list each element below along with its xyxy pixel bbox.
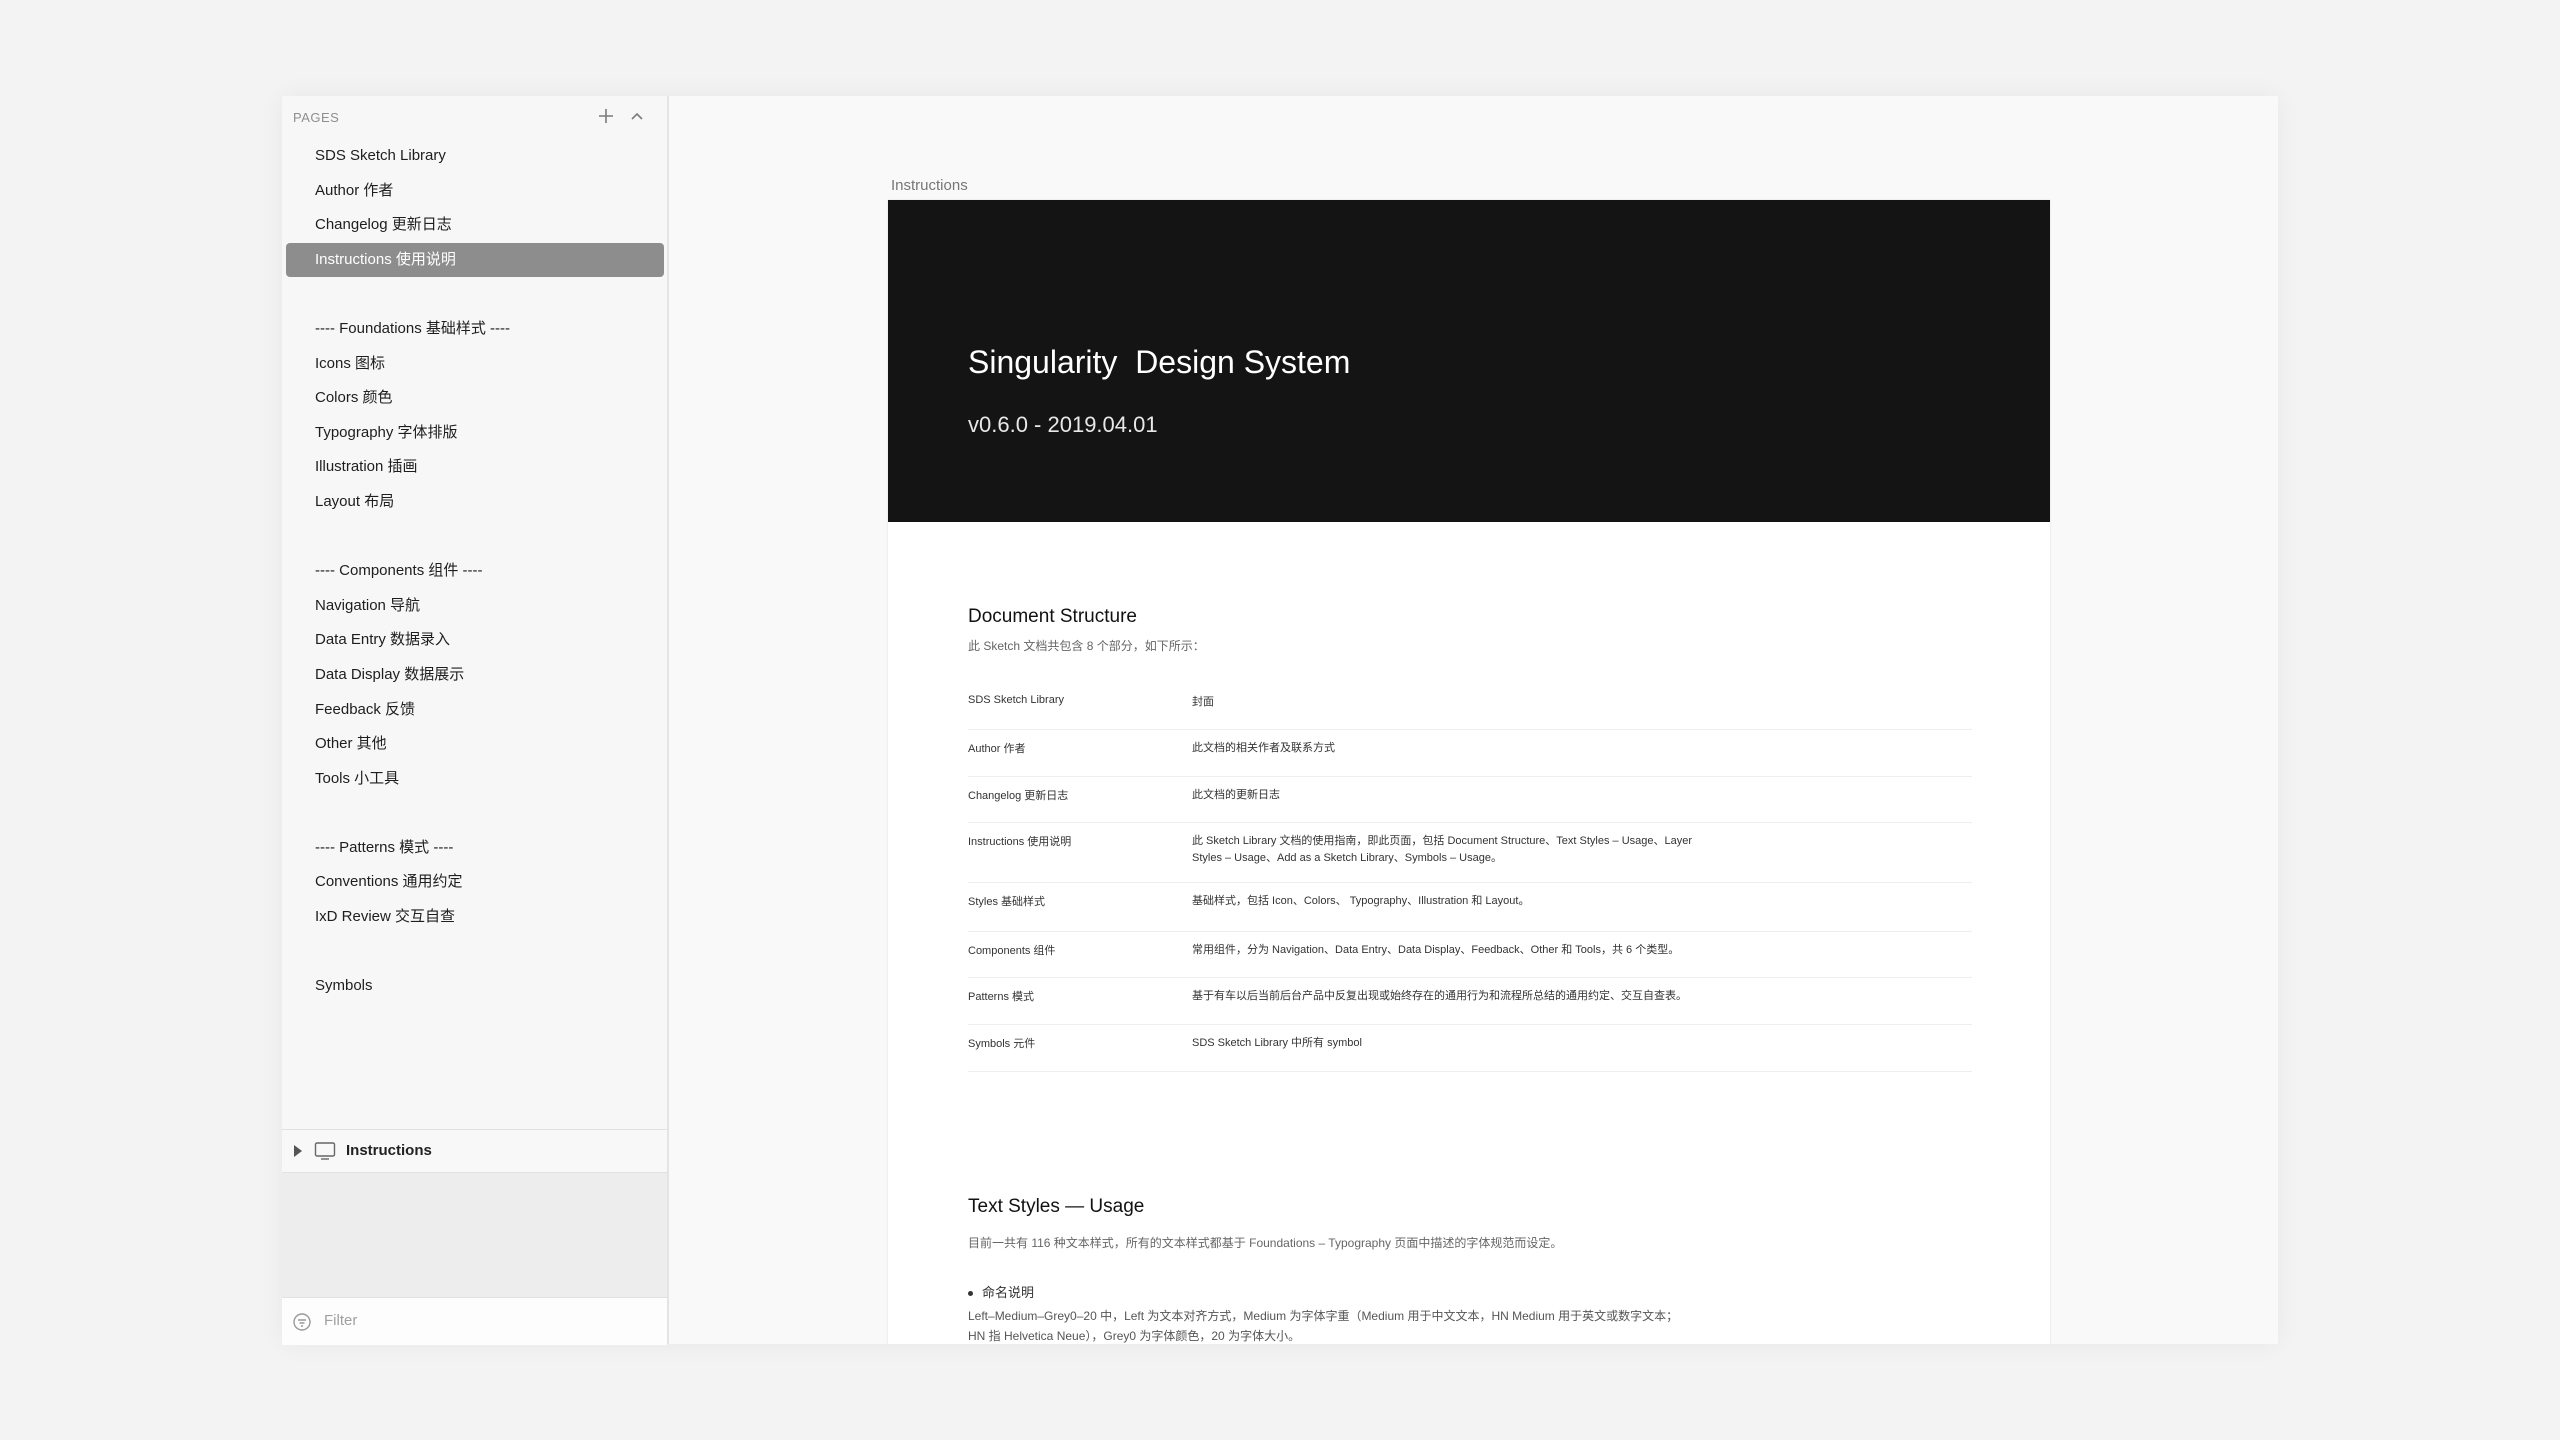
page-item[interactable]: Data Display 数据展示: [282, 658, 667, 693]
page-item[interactable]: Tools 小工具: [282, 762, 667, 797]
artboard-icon: [314, 1141, 336, 1161]
naming-paragraph: Left–Medium–Grey0–20 中，Left 为文本对齐方式，Medi…: [968, 1309, 1679, 1343]
structure-row-name: Instructions 使用说明: [968, 836, 1072, 848]
artboard-label[interactable]: Instructions: [891, 177, 968, 194]
layer-row-instructions[interactable]: Instructions: [282, 1129, 667, 1173]
page-list-spacer: [282, 520, 667, 555]
bullet-dot: [968, 1291, 973, 1297]
structure-row: Instructions 使用说明 此 Sketch Library 文档的使用指…: [968, 823, 1972, 883]
text-styles-description: 目前一共有 116 种文本样式，所有的文本样式都基于 Foundations –…: [968, 1236, 1563, 1250]
structure-row-desc: 封面: [1192, 696, 1214, 708]
page-list-spacer: [282, 277, 667, 312]
plus-icon[interactable]: [596, 106, 616, 126]
structure-row-name: SDS Sketch Library: [968, 694, 1064, 706]
page-item[interactable]: Navigation 导航: [282, 589, 667, 624]
structure-row-desc: 常用组件，分为 Navigation、Data Entry、Data Displ…: [1192, 944, 1680, 956]
structure-row-name: Symbols 元件: [968, 1038, 1036, 1050]
page-item[interactable]: Changelog 更新日志: [282, 208, 667, 243]
structure-row-name: Components 组件: [968, 945, 1056, 957]
structure-row-desc: 基础样式，包括 Icon、Colors、 Typography、Illustra…: [1192, 895, 1530, 907]
filter-input[interactable]: Filter: [324, 1312, 357, 1329]
hero-banner: Singularity Design System v0.6.0 - 2019.…: [888, 200, 2050, 522]
naming-bullet: 命名说明: [968, 1282, 1034, 1301]
page-item[interactable]: Icons 图标: [282, 347, 667, 382]
structure-row-name: Styles 基础样式: [968, 896, 1046, 908]
page-item-active[interactable]: Instructions 使用说明: [286, 242, 664, 278]
layers-empty-area: [282, 1173, 667, 1297]
structure-row-name: Patterns 模式: [968, 991, 1035, 1003]
structure-row-name: Changelog 更新日志: [968, 790, 1069, 802]
page-item[interactable]: Layout 布局: [282, 485, 667, 520]
page-list-spacer: [282, 935, 667, 970]
document-structure-table: SDS Sketch Library 封面 Author 作者 此文档的相关作者及联系…: [968, 684, 1972, 1072]
structure-row-desc: 此文档的更新日志: [1192, 789, 1280, 801]
page-item[interactable]: Feedback 反馈: [282, 693, 667, 728]
artboard-instructions[interactable]: Singularity Design System v0.6.0 - 2019.…: [888, 200, 2050, 1344]
document-structure-title: Document Structure: [968, 606, 1137, 627]
hero-title: Singularity Design System: [968, 344, 1351, 380]
page-item[interactable]: Data Entry 数据录入: [282, 623, 667, 658]
structure-row: Author 作者 此文档的相关作者及联系方式: [968, 730, 1972, 777]
canvas[interactable]: Instructions Singularity Design System v…: [669, 96, 2278, 1344]
filter-bar: Filter: [282, 1297, 667, 1345]
structure-row: Symbols 元件 SDS Sketch Library 中所有 symbol: [968, 1025, 1972, 1072]
page-list: SDS Sketch Library Author 作者 Changelog 更新日…: [282, 139, 667, 1004]
structure-row: Patterns 模式 基于有车以后当前后台产品中反复出现或始终存在的通用行为和流…: [968, 978, 1972, 1025]
page-item[interactable]: ---- Foundations 基础样式 ----: [282, 312, 667, 347]
text-styles-title: Text Styles — Usage: [968, 1196, 1145, 1217]
page-item[interactable]: Symbols: [282, 969, 667, 1004]
pages-title: PAGES: [293, 110, 340, 125]
filter-icon[interactable]: [292, 1312, 312, 1332]
pages-header: PAGES: [282, 96, 667, 140]
disclosure-triangle-icon[interactable]: [294, 1145, 302, 1157]
page-item[interactable]: Colors 颜色: [282, 381, 667, 416]
structure-row: SDS Sketch Library 封面: [968, 684, 1972, 730]
hero-subtitle: v0.6.0 - 2019.04.01: [968, 412, 1158, 437]
chevron-up-icon[interactable]: [627, 106, 647, 126]
structure-row-name: Author 作者: [968, 743, 1026, 755]
layer-label: Instructions: [346, 1142, 432, 1159]
structure-row: Styles 基础样式 基础样式，包括 Icon、Colors、 Typograp…: [968, 883, 1972, 932]
page-item[interactable]: Typography 字体排版: [282, 416, 667, 451]
page-item[interactable]: IxD Review 交互自查: [282, 900, 667, 935]
bullet-label: 命名说明: [982, 1285, 1035, 1300]
page-item[interactable]: Other 其他: [282, 727, 667, 762]
page-item[interactable]: ---- Patterns 模式 ----: [282, 831, 667, 866]
structure-row-desc: SDS Sketch Library 中所有 symbol: [1192, 1037, 1362, 1049]
pages-sidebar: PAGES SDS Sketch Library Author 作者 Changel…: [282, 96, 669, 1345]
page-item[interactable]: Conventions 通用约定: [282, 865, 667, 900]
page-list-spacer: [282, 796, 667, 831]
document-structure-description: 此 Sketch 文档共包含 8 个部分，如下所示：: [968, 639, 1205, 653]
page-item[interactable]: Author 作者: [282, 174, 667, 209]
structure-row-desc: 此文档的相关作者及联系方式: [1192, 742, 1335, 754]
sketch-window: PAGES SDS Sketch Library Author 作者 Changel…: [282, 96, 2278, 1345]
structure-row-desc: 此 Sketch Library 文档的使用指南，即此页面，包括 Documen…: [1192, 835, 1693, 864]
structure-row: Changelog 更新日志 此文档的更新日志: [968, 777, 1972, 823]
page-item[interactable]: SDS Sketch Library: [282, 139, 667, 174]
page-item[interactable]: ---- Components 组件 ----: [282, 554, 667, 589]
structure-row: Components 组件 常用组件，分为 Navigation、Data Ent…: [968, 932, 1972, 978]
page-item[interactable]: Illustration 插画: [282, 450, 667, 485]
structure-row-desc: 基于有车以后当前后台产品中反复出现或始终存在的通用行为和流程所总结的通用约定、交…: [1192, 990, 1687, 1002]
